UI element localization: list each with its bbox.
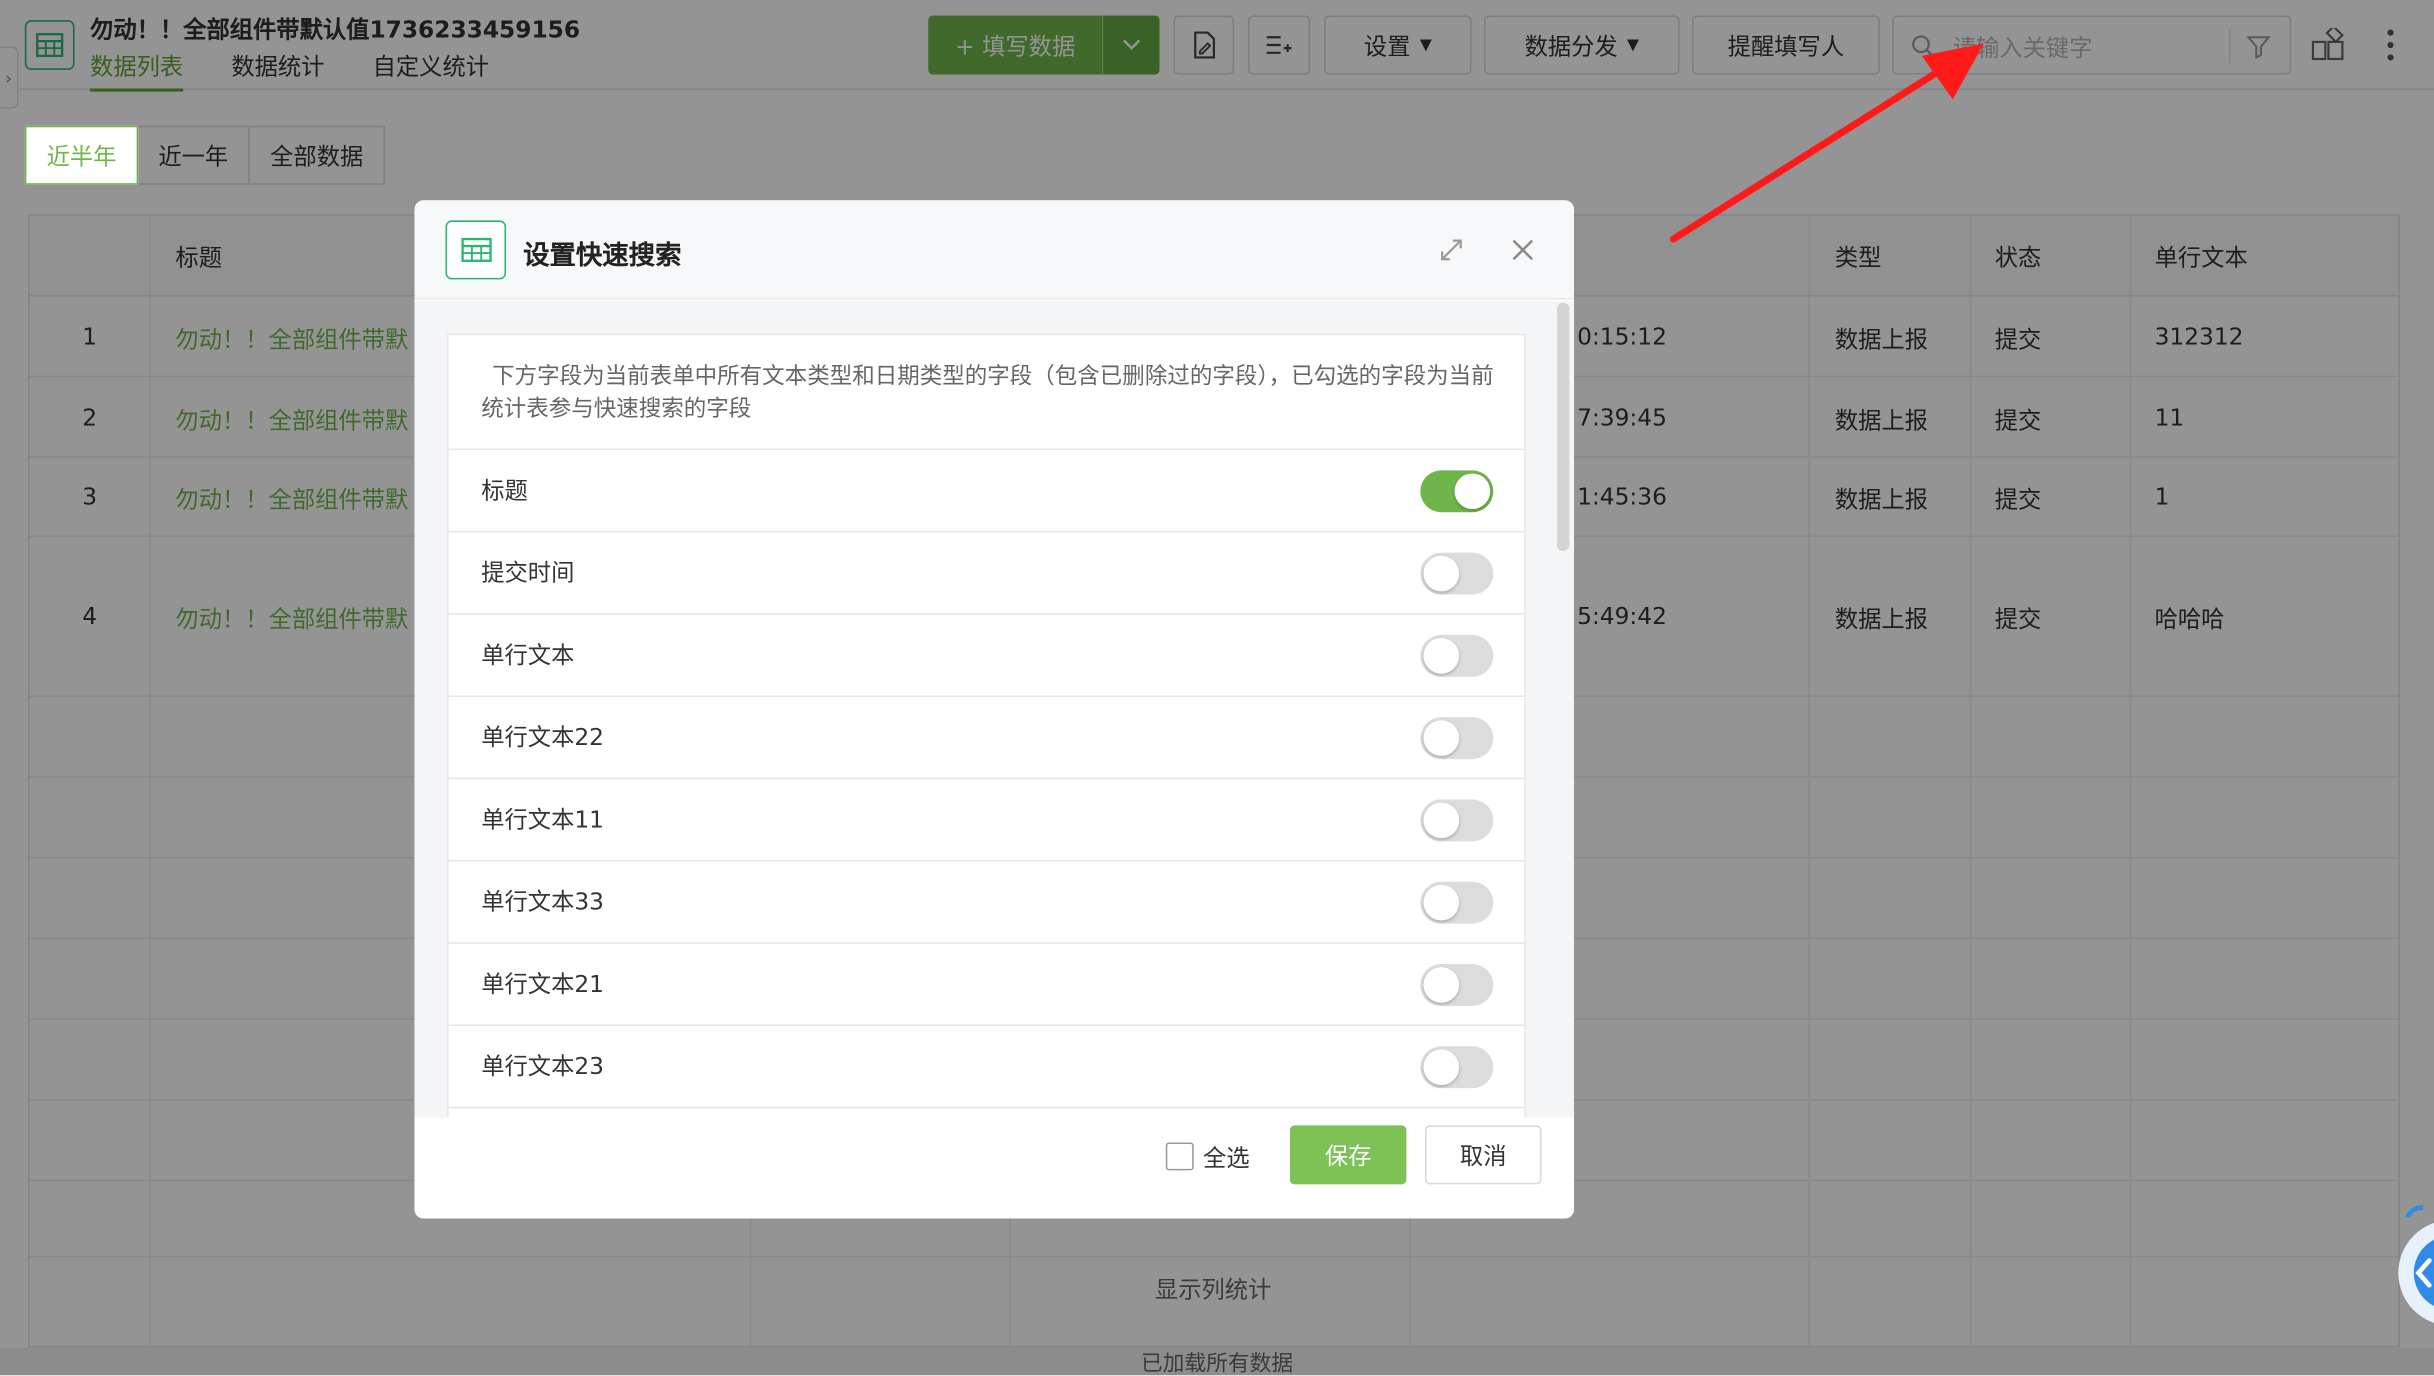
toggle-knob [1423, 802, 1460, 839]
field-toggle[interactable] [1420, 634, 1494, 677]
save-button[interactable]: 保存 [1289, 1125, 1407, 1185]
dialog-header: 设置快速搜索 [414, 200, 1575, 300]
dialog-title: 设置快速搜索 [523, 240, 682, 272]
field-toggle[interactable] [1420, 963, 1494, 1006]
field-row: 单行文本21 [448, 942, 1525, 1024]
toggle-knob [1454, 473, 1491, 510]
field-toggle[interactable] [1420, 881, 1494, 924]
expand-icon[interactable] [1436, 234, 1467, 265]
field-label: 单行文本23 [481, 1052, 604, 1081]
field-toggle[interactable] [1420, 552, 1494, 595]
quick-search-dialog: 设置快速搜索 下方字段为当前表单中所有文本类型和日期类型的字段（包含已删除过的字… [414, 200, 1575, 1219]
dialog-body: 下方字段为当前表单中所有文本类型和日期类型的字段（包含已删除过的字段），已勾选的… [414, 301, 1575, 1118]
field-label: 单行文本21 [481, 970, 604, 999]
select-all-label[interactable]: 全选 [1203, 1141, 1250, 1174]
stage: › 勿动！！全部组件带默认值1736233459156 数据列表 数据统计 自定… [0, 0, 2434, 1376]
assistant-float-icon[interactable] [2386, 1205, 2434, 1345]
dialog-scrollbar[interactable] [1556, 302, 1570, 552]
field-toggle[interactable] [1420, 717, 1494, 760]
field-label: 单行文本11 [481, 805, 604, 834]
field-row [448, 1106, 1525, 1118]
field-list-panel: 下方字段为当前表单中所有文本类型和日期类型的字段（包含已删除过的字段），已勾选的… [447, 333, 1526, 1118]
toggle-knob [1423, 637, 1460, 674]
field-row: 单行文本23 [448, 1024, 1525, 1107]
dialog-footer: 全选 保存 取消 [414, 1117, 1575, 1219]
field-toggle[interactable] [1420, 799, 1494, 842]
field-toggle[interactable] [1420, 1046, 1494, 1089]
field-row: 单行文本22 [448, 695, 1525, 777]
field-row: 标题 [448, 448, 1525, 531]
table-app-icon [445, 220, 507, 280]
field-label: 单行文本33 [481, 887, 604, 916]
close-icon[interactable] [1507, 234, 1538, 265]
toggle-knob [1423, 967, 1460, 1003]
field-row: 单行文本11 [448, 777, 1525, 860]
dialog-description: 下方字段为当前表单中所有文本类型和日期类型的字段（包含已删除过的字段），已勾选的… [481, 364, 1494, 423]
toggle-knob [1423, 1049, 1460, 1086]
field-label: 单行文本 [481, 641, 575, 670]
field-row: 提交时间 [448, 530, 1525, 613]
annotation-arrow-icon [1669, 43, 1984, 243]
field-toggle[interactable] [1420, 470, 1494, 513]
toggle-knob [1423, 720, 1460, 756]
select-all-checkbox[interactable] [1165, 1142, 1194, 1171]
cancel-button[interactable]: 取消 [1425, 1125, 1542, 1185]
field-row: 单行文本 [448, 613, 1525, 695]
field-row: 单行文本33 [448, 859, 1525, 942]
field-label: 单行文本22 [481, 723, 604, 752]
field-label: 提交时间 [481, 558, 575, 587]
toggle-knob [1423, 884, 1460, 921]
field-label: 标题 [481, 476, 528, 505]
period-half-year[interactable]: 近半年 [24, 125, 139, 185]
toggle-knob [1423, 555, 1460, 592]
